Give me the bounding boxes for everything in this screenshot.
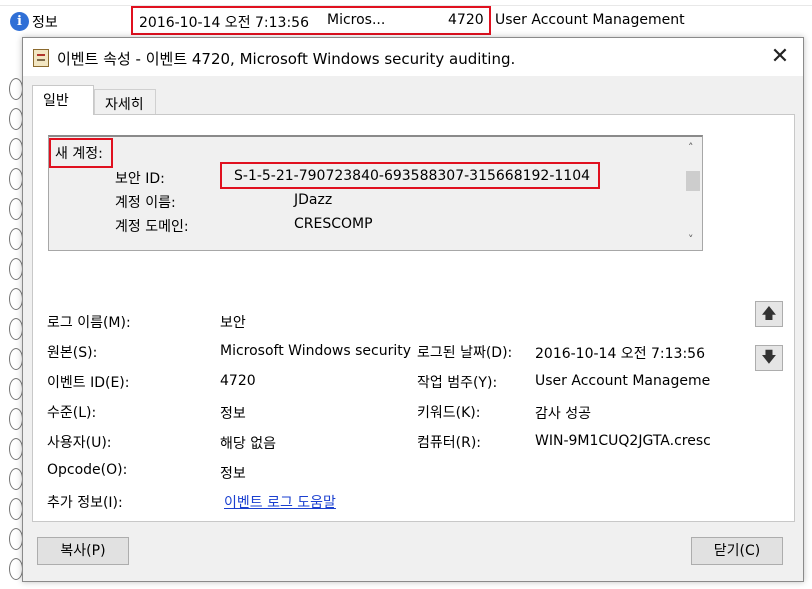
- user-value: 해당 없음: [220, 436, 276, 452]
- logged-date-label: 로그된 날짜(D):: [417, 345, 513, 361]
- tab-general[interactable]: 일반: [32, 85, 94, 115]
- row-event-id: 4720: [448, 12, 484, 28]
- arrow-up-icon: 🡅: [761, 304, 777, 322]
- task-category-label: 작업 범주(Y):: [417, 375, 498, 391]
- chevron-down-icon[interactable]: ˅: [688, 233, 694, 246]
- account-domain-value: CRESCOMP: [294, 216, 373, 232]
- security-id-value: S-1-5-21-790723840-693588307-315668192-1…: [234, 168, 591, 184]
- task-category-value: User Account Management: [535, 373, 711, 389]
- close-button[interactable]: 닫기(C): [691, 537, 783, 565]
- logged-date-value: 2016-10-14 오전 7:13:56: [535, 346, 705, 362]
- row-level: 정보: [32, 15, 58, 31]
- source-value: Microsoft Windows security: [220, 343, 412, 359]
- log-name-label: 로그 이름(M):: [47, 315, 131, 331]
- dialog-title: 이벤트 속성 - 이벤트 4720, Microsoft Windows sec…: [57, 50, 516, 68]
- row-task: User Account Management: [495, 12, 685, 28]
- account-domain-label: 계정 도메인:: [115, 219, 189, 235]
- row-source: Micros...: [327, 12, 386, 28]
- level-label: 수준(L):: [47, 405, 97, 421]
- keywords-value: 감사 성공: [535, 406, 591, 422]
- security-id-label: 보안 ID:: [115, 171, 165, 187]
- arrow-down-icon: 🡇: [761, 348, 777, 366]
- scrollbar-thumb[interactable]: [686, 171, 700, 191]
- close-window-button[interactable]: ✕: [757, 38, 803, 76]
- more-info-label: 추가 정보(I):: [47, 495, 123, 511]
- source-label: 원본(S):: [47, 345, 98, 361]
- computer-value: WIN-9M1CUQ2JGTA.cresco: [535, 433, 711, 449]
- dialog-titlebar[interactable]: 이벤트 속성 - 이벤트 4720, Microsoft Windows sec…: [23, 38, 803, 76]
- description-section-label: 새 계정:: [55, 146, 103, 162]
- level-value: 정보: [220, 406, 246, 422]
- description-scrollbar[interactable]: ˄ ˅: [684, 137, 702, 250]
- event-properties-dialog: 이벤트 속성 - 이벤트 4720, Microsoft Windows sec…: [22, 37, 804, 582]
- event-description-box[interactable]: 새 계정: 보안 ID: S-1-5-21-790723840-69358830…: [48, 135, 703, 251]
- computer-label: 컴퓨터(R):: [417, 435, 482, 451]
- event-list-level-icons: [0, 36, 22, 589]
- next-event-button[interactable]: 🡇: [755, 345, 783, 371]
- event-id-value: 4720: [220, 373, 256, 389]
- account-name-label: 계정 이름:: [115, 195, 176, 211]
- previous-event-button[interactable]: 🡅: [755, 301, 783, 327]
- tab-details[interactable]: 자세히: [94, 89, 156, 115]
- general-tab-panel: 새 계정: 보안 ID: S-1-5-21-790723840-69358830…: [32, 114, 795, 522]
- event-id-label: 이벤트 ID(E):: [47, 375, 130, 391]
- opcode-label: Opcode(O):: [47, 462, 128, 478]
- info-icon: i: [10, 12, 29, 31]
- log-name-value: 보안: [220, 315, 246, 331]
- event-viewer-icon: [33, 49, 49, 67]
- account-name-value: JDazz: [294, 192, 333, 208]
- opcode-value: 정보: [220, 466, 246, 482]
- user-label: 사용자(U):: [47, 435, 112, 451]
- event-list-row[interactable]: i 정보 2016-10-14 오전 7:13:56 Micros... 472…: [0, 6, 812, 36]
- row-date: 2016-10-14 오전 7:13:56: [139, 15, 309, 31]
- event-log-help-link[interactable]: 이벤트 로그 도움말: [224, 492, 336, 512]
- copy-button[interactable]: 복사(P): [37, 537, 129, 565]
- keywords-label: 키워드(K):: [417, 405, 481, 421]
- chevron-up-icon[interactable]: ˄: [688, 141, 694, 154]
